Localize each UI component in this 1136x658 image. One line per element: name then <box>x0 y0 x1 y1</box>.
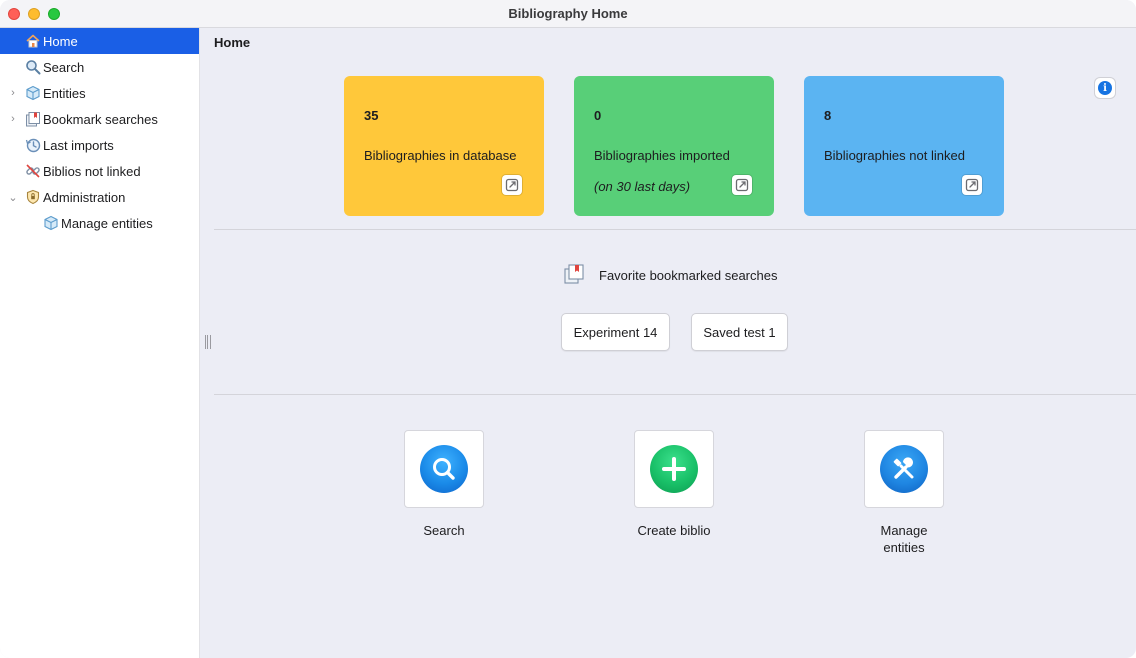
bookmark-icon <box>563 263 585 288</box>
stat-count: 8 <box>824 108 832 123</box>
search-icon <box>420 445 468 493</box>
search-action-label: Search <box>423 523 465 538</box>
stat-label: Bibliographies not linked <box>824 148 965 163</box>
cube-icon <box>42 214 60 232</box>
sidebar-item-label: Search <box>43 60 85 75</box>
bookmark-search-button[interactable]: Saved test 1 <box>691 313 788 351</box>
open-external-icon <box>735 178 749 192</box>
history-icon <box>24 136 42 154</box>
stat-card-database: 35 Bibliographies in database <box>344 76 544 216</box>
sidebar-item-last-imports[interactable]: Last imports <box>0 132 199 158</box>
sidebar-item-bookmark-searches[interactable]: › Bookmark searches <box>0 106 199 132</box>
plus-icon <box>650 445 698 493</box>
favorites-label: Favorite bookmarked searches <box>599 267 778 283</box>
open-external-icon <box>965 178 979 192</box>
chevron-right-icon[interactable]: › <box>7 113 19 125</box>
split-view-handle[interactable] <box>205 335 211 349</box>
info-icon: i <box>1098 81 1112 95</box>
search-action-button[interactable] <box>404 430 484 508</box>
stat-sublabel: (on 30 last days) <box>594 179 691 194</box>
shield-icon <box>24 188 42 206</box>
sidebar-item-entities[interactable]: › Entities <box>0 80 199 106</box>
stat-label: Bibliographies in database <box>364 148 517 163</box>
bookmark-icon <box>24 110 42 128</box>
cube-icon <box>24 84 42 102</box>
sidebar-item-home[interactable]: Home <box>0 28 199 54</box>
sidebar-item-label: Administration <box>43 190 126 205</box>
stat-count: 35 <box>364 108 379 123</box>
stat-count: 0 <box>594 108 602 123</box>
chevron-down-icon[interactable]: ⌄ <box>7 191 19 204</box>
manage-entities-label: Manage entities <box>880 523 928 555</box>
sidebar-item-label: Manage entities <box>61 216 153 231</box>
open-database-button[interactable] <box>502 175 522 195</box>
stat-card-imported: 0 Bibliographies imported (on 30 last da… <box>574 76 774 216</box>
sidebar-item-label: Last imports <box>43 138 114 153</box>
broken-link-icon <box>24 162 42 180</box>
create-biblio-button[interactable] <box>634 430 714 508</box>
chevron-right-icon[interactable]: › <box>7 87 19 99</box>
manage-entities-button[interactable] <box>864 430 944 508</box>
window-title: Bibliography Home <box>508 6 628 21</box>
sidebar-item-label: Bookmark searches <box>43 112 158 127</box>
tools-icon <box>880 445 928 493</box>
home-icon <box>24 32 42 50</box>
create-biblio-label: Create biblio <box>637 523 711 538</box>
section-divider <box>214 229 1136 230</box>
app-window: Bibliography Home Home Search › Entities… <box>0 0 1136 658</box>
open-imported-button[interactable] <box>732 175 752 195</box>
sidebar-item-search[interactable]: Search <box>0 54 199 80</box>
stat-label: Bibliographies imported <box>594 148 730 163</box>
sidebar: Home Search › Entities › Bookmark search… <box>0 28 200 658</box>
stat-card-not-linked: 8 Bibliographies not linked <box>804 76 1004 216</box>
sidebar-item-administration[interactable]: ⌄ Administration <box>0 184 199 210</box>
sidebar-item-label: Home <box>43 34 78 49</box>
open-external-icon <box>505 178 519 192</box>
title-bar: Bibliography Home <box>0 0 1136 28</box>
sidebar-item-label: Entities <box>43 86 86 101</box>
bookmark-search-button[interactable]: Experiment 14 <box>561 313 670 351</box>
sidebar-item-label: Biblios not linked <box>43 164 141 179</box>
info-button[interactable]: i <box>1095 78 1115 98</box>
favorites-header: Favorite bookmarked searches <box>563 263 777 287</box>
section-divider <box>214 394 1136 395</box>
search-icon <box>24 58 42 76</box>
sidebar-item-biblios-not-linked[interactable]: Biblios not linked <box>0 158 199 184</box>
page-title: Home <box>214 35 251 50</box>
open-not-linked-button[interactable] <box>962 175 982 195</box>
sidebar-item-manage-entities[interactable]: Manage entities <box>0 210 199 236</box>
